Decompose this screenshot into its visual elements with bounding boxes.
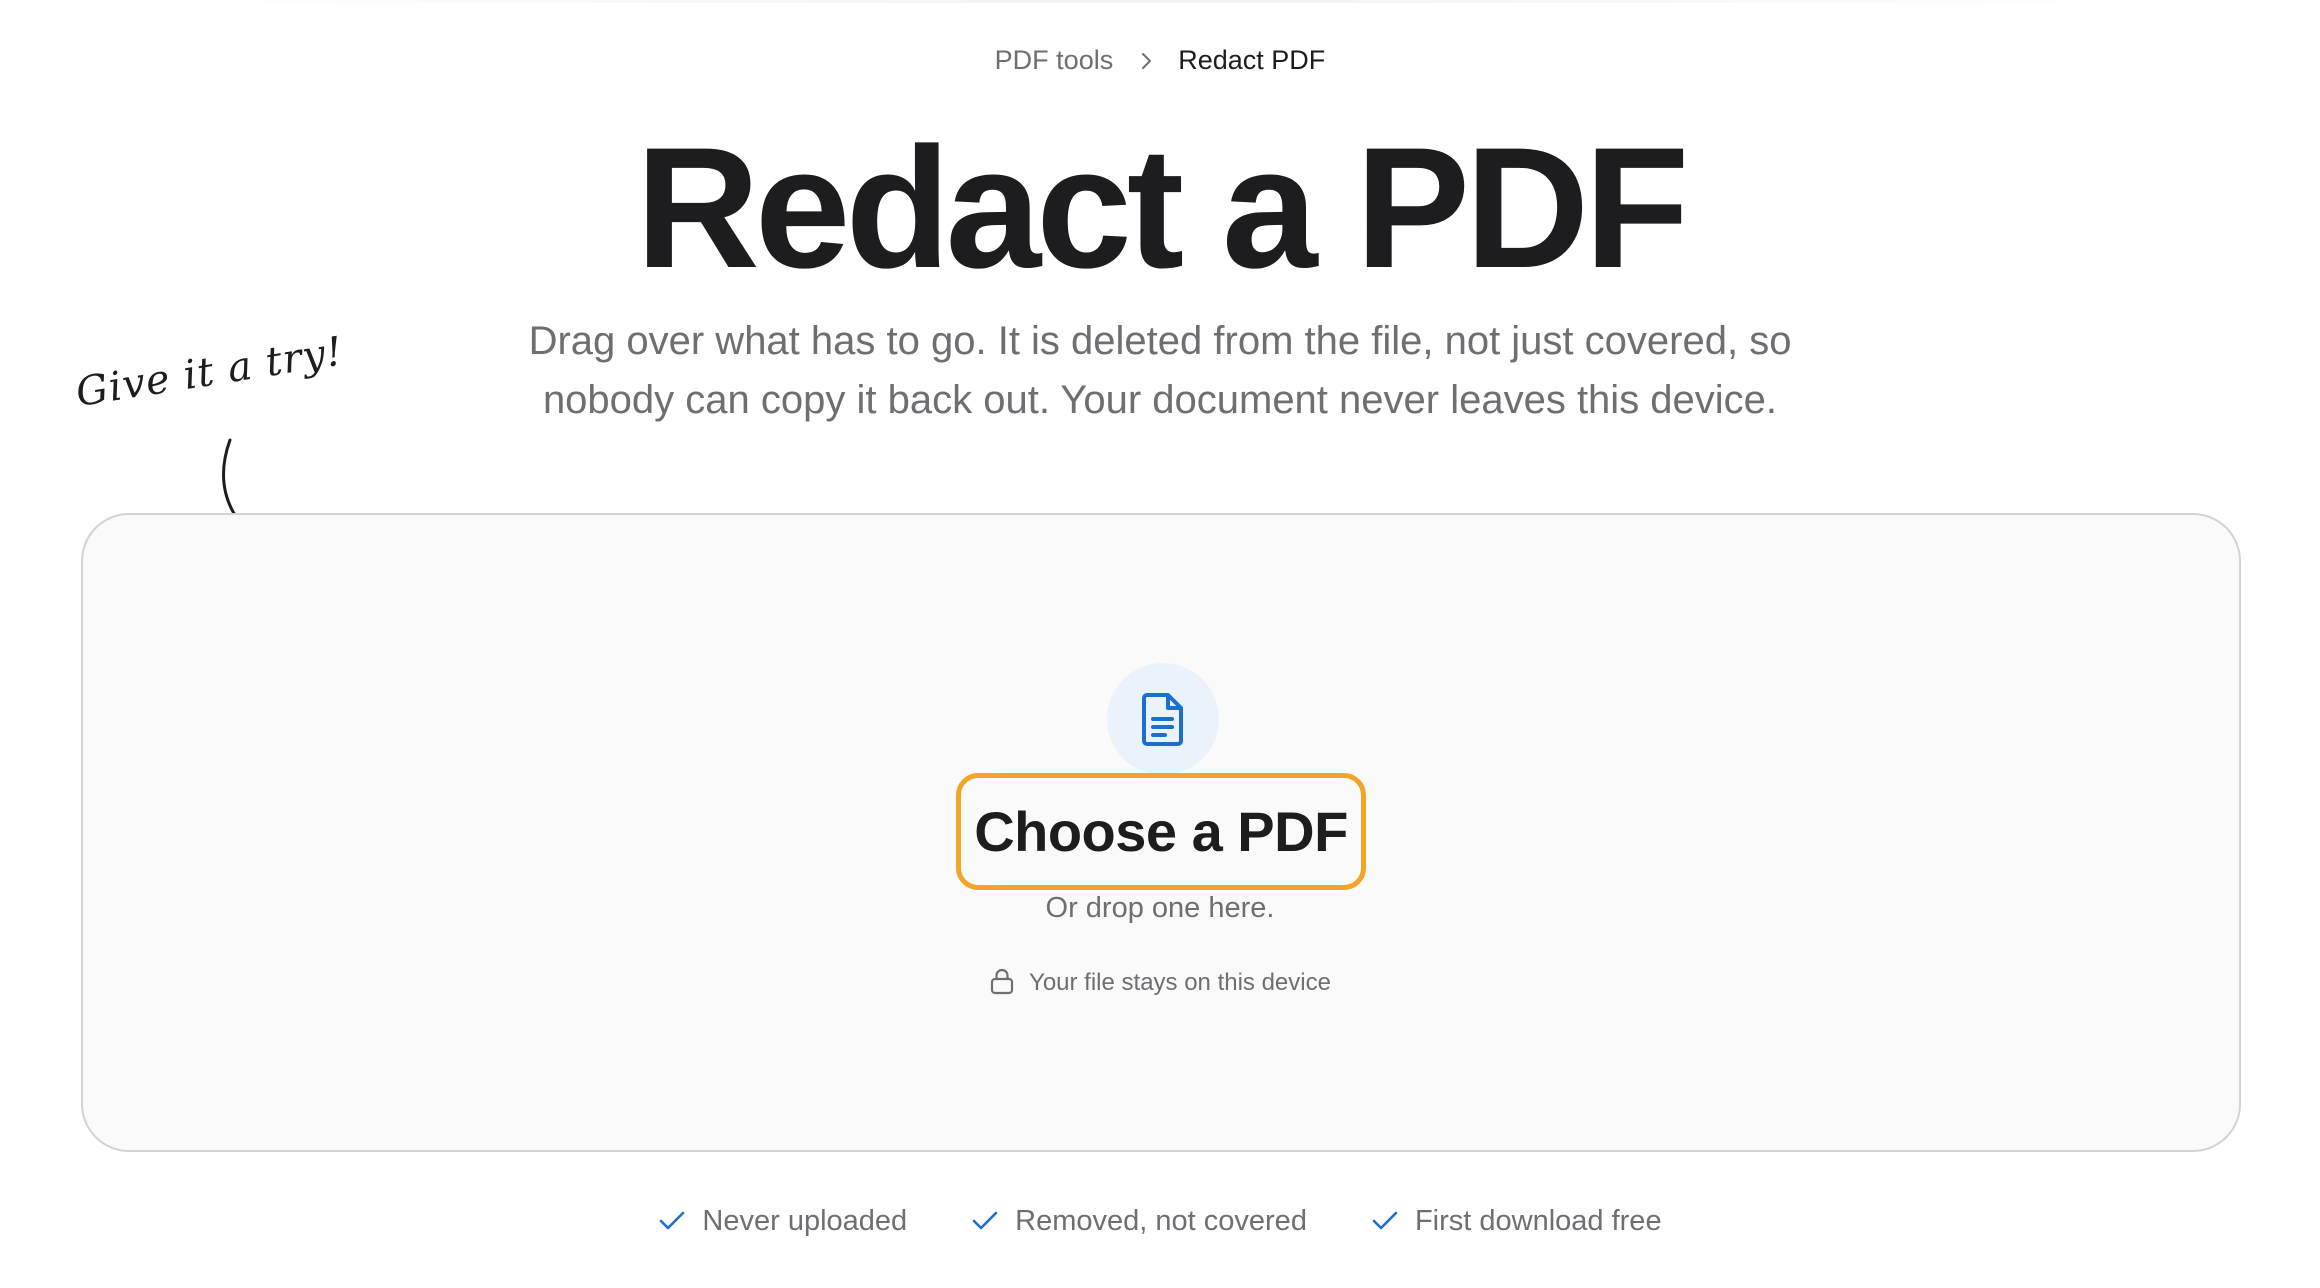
privacy-note: Your file stays on this device (0, 966, 2320, 1000)
check-icon (972, 1211, 998, 1230)
check-icon (1372, 1211, 1398, 1230)
document-icon-badge (1107, 663, 1219, 775)
feature-removed-not-covered: Removed, not covered (971, 1203, 1307, 1239)
lock-icon (990, 968, 1014, 995)
feature-list: Never uploaded Removed, not covered Firs… (0, 1203, 2320, 1239)
check-icon (660, 1211, 685, 1230)
chevron-right-icon (1141, 53, 1151, 69)
page-subtitle: Drag over what has to go. It is deleted … (528, 319, 1792, 422)
feature-label: Removed, not covered (1015, 1205, 1307, 1237)
top-divider (140, 0, 2180, 3)
feature-label: Never uploaded (702, 1205, 908, 1237)
breadcrumb-link-pdf-tools[interactable]: PDF tools (995, 45, 1114, 75)
hint-text: Give it a try! (72, 328, 347, 416)
drop-hint: Or drop one here. (1045, 892, 1275, 924)
feature-first-download-free: First download free (1371, 1203, 1662, 1239)
feature-never-uploaded: Never uploaded (658, 1203, 907, 1239)
feature-label: First download free (1414, 1205, 1662, 1237)
breadcrumb: PDF tools Redact PDF (0, 42, 2320, 78)
breadcrumb-current: Redact PDF (1178, 45, 1326, 75)
privacy-note-text: Your file stays on this device (1029, 969, 1331, 996)
document-icon (1142, 693, 1183, 746)
choose-pdf-button[interactable]: Choose a PDF (956, 773, 1366, 890)
page-title: Redact a PDF (635, 112, 1690, 304)
